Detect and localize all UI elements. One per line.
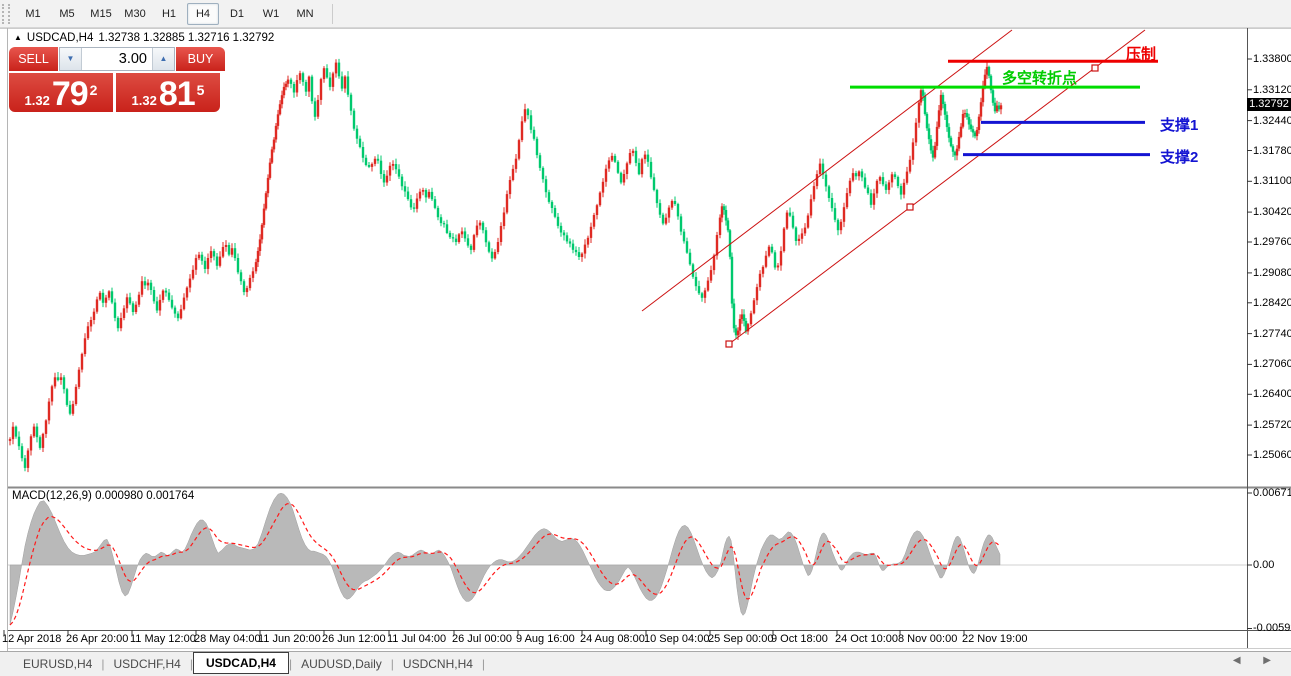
time-axis-label: 24 Aug 08:00 bbox=[580, 633, 645, 645]
timeframe-button-m5[interactable]: M5 bbox=[51, 3, 83, 25]
price-axis-label: 1.30420 bbox=[1253, 206, 1291, 218]
sell-price-pipette: 2 bbox=[90, 73, 98, 107]
timeframe-button-d1[interactable]: D1 bbox=[221, 3, 253, 25]
time-axis-label: 8 Nov 00:00 bbox=[898, 633, 957, 645]
sell-price-display[interactable]: 1.32 79 2 bbox=[9, 73, 113, 112]
price-axis-label: 1.32440 bbox=[1253, 115, 1291, 127]
timeframe-button-h4[interactable]: H4 bbox=[187, 3, 219, 25]
buy-price-pipette: 5 bbox=[197, 73, 205, 107]
price-axis-label: 1.25720 bbox=[1253, 419, 1291, 431]
sell-price-big-digits: 79 bbox=[52, 79, 88, 109]
macd-axis-top: 0.006718 bbox=[1253, 487, 1291, 499]
annotation-support1-label: 支撑1 bbox=[1160, 114, 1198, 135]
volume-stepper: ▼ 3.00 ▲ bbox=[59, 47, 175, 71]
buy-price-display[interactable]: 1.32 81 5 bbox=[116, 73, 220, 112]
tab-scroll-arrows[interactable]: ◀ ▶ bbox=[1233, 655, 1281, 666]
price-axis-label: 1.27740 bbox=[1253, 328, 1291, 340]
timeframe-button-h1[interactable]: H1 bbox=[153, 3, 185, 25]
chart-tab-usdcad[interactable]: USDCAD,H4 bbox=[193, 652, 289, 674]
price-axis-label: 1.28420 bbox=[1253, 297, 1291, 309]
macd-axis-bottom: -0.005925 bbox=[1253, 622, 1291, 634]
time-axis-label: 11 Jun 20:00 bbox=[258, 633, 321, 645]
time-axis-label: 26 Jun 12:00 bbox=[322, 633, 386, 645]
volume-value[interactable]: 3.00 bbox=[82, 48, 152, 70]
time-axis-label: 24 Oct 10:00 bbox=[835, 633, 898, 645]
timeframe-buttons: M1M5M15M30H1H4D1W1MN bbox=[16, 3, 322, 25]
toolbar-separator bbox=[332, 4, 333, 24]
time-axis-label: 26 Apr 20:00 bbox=[66, 633, 128, 645]
price-axis-label: 1.25060 bbox=[1253, 449, 1291, 461]
timeframe-button-m15[interactable]: M15 bbox=[85, 3, 117, 25]
chart-ohlc-values: 1.32738 1.32885 1.32716 1.32792 bbox=[98, 32, 274, 44]
timeframe-toolbar: M1M5M15M30H1H4D1W1MN bbox=[0, 0, 1291, 28]
sell-button[interactable]: SELL bbox=[9, 47, 58, 71]
chart-tab-audusd[interactable]: AUDUSD,Daily bbox=[292, 654, 391, 674]
buy-button[interactable]: BUY bbox=[176, 47, 225, 71]
time-axis-label: 10 Sep 04:00 bbox=[644, 633, 709, 645]
one-click-trading-panel: SELL ▼ 3.00 ▲ BUY 1.32 79 2 1.32 81 5 bbox=[9, 47, 225, 112]
volume-decrease-icon[interactable]: ▼ bbox=[60, 48, 82, 70]
time-axis-label: 11 Jul 04:00 bbox=[387, 633, 446, 645]
time-axis-label: 11 May 12:00 bbox=[130, 633, 196, 645]
price-axis-label: 1.31100 bbox=[1253, 175, 1291, 187]
annotation-support2-label: 支撑2 bbox=[1160, 146, 1198, 167]
timeframe-button-m30[interactable]: M30 bbox=[119, 3, 151, 25]
time-axis-label: 9 Aug 16:00 bbox=[516, 633, 575, 645]
annotation-resistance-label: 压制 bbox=[1126, 43, 1156, 64]
macd-indicator-label: MACD(12,26,9) 0.000980 0.001764 bbox=[12, 490, 194, 502]
time-axis-label: 26 Jul 00:00 bbox=[452, 633, 512, 645]
buy-price-prefix: 1.32 bbox=[132, 92, 157, 109]
time-axis-label: 12 Apr 2018 bbox=[2, 633, 61, 645]
current-price-badge: 1.32792 bbox=[1247, 98, 1291, 111]
tab-separator: | bbox=[482, 657, 485, 671]
time-axis-label: 28 May 04:00 bbox=[194, 633, 261, 645]
buy-price-big-digits: 81 bbox=[159, 79, 195, 109]
timeframe-button-m1[interactable]: M1 bbox=[17, 3, 49, 25]
time-axis-label: 22 Nov 19:00 bbox=[962, 633, 1027, 645]
chart-symbol-label: USDCAD,H4 bbox=[27, 32, 93, 44]
chart-title: ▲ USDCAD,H4 1.32738 1.32885 1.32716 1.32… bbox=[14, 32, 274, 44]
chart-tabs-bar: EURUSD,H4|USDCHF,H4|USDCAD,H4|AUDUSD,Dai… bbox=[0, 651, 1291, 676]
time-axis-label: 9 Oct 18:00 bbox=[771, 633, 828, 645]
volume-increase-icon[interactable]: ▲ bbox=[152, 48, 174, 70]
timeframe-button-w1[interactable]: W1 bbox=[255, 3, 287, 25]
toolbar-grip-handle[interactable] bbox=[2, 4, 10, 24]
price-axis-label: 1.27060 bbox=[1253, 358, 1291, 370]
price-axis-label: 1.26400 bbox=[1253, 388, 1291, 400]
collapse-triangle-icon[interactable]: ▲ bbox=[14, 33, 22, 42]
price-axis-label: 1.29080 bbox=[1253, 267, 1291, 279]
price-axis-label: 1.33120 bbox=[1253, 84, 1291, 96]
mt4-terminal-window: M1M5M15M30H1H4D1W1MN ▲ USDCAD,H4 1.32738… bbox=[0, 0, 1291, 676]
time-axis-label: 25 Sep 00:00 bbox=[708, 633, 773, 645]
macd-axis-zero: 0.00 bbox=[1253, 559, 1274, 571]
chart-tab-usdchf[interactable]: USDCHF,H4 bbox=[104, 654, 189, 674]
timeframe-button-mn[interactable]: MN bbox=[289, 3, 321, 25]
price-axis-label: 1.31780 bbox=[1253, 145, 1291, 157]
chart-tab-eurusd[interactable]: EURUSD,H4 bbox=[14, 654, 101, 674]
chart-tab-usdcnh[interactable]: USDCNH,H4 bbox=[394, 654, 482, 674]
price-axis-label: 1.29760 bbox=[1253, 236, 1291, 248]
sell-price-prefix: 1.32 bbox=[25, 92, 50, 109]
price-axis-label: 1.33800 bbox=[1253, 53, 1291, 65]
annotation-pivot-label: 多空转折点 bbox=[1002, 67, 1077, 88]
